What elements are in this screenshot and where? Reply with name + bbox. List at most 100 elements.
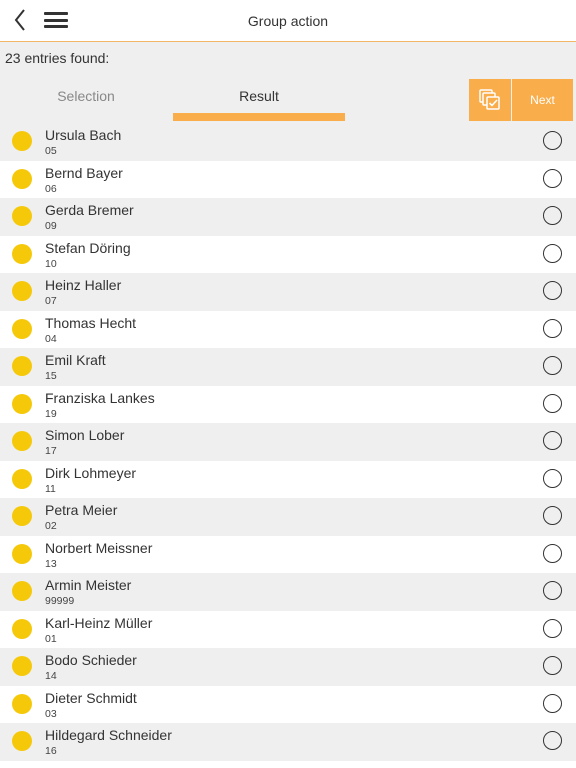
list-item-number: 09 bbox=[45, 220, 57, 232]
tab-result[interactable]: Result bbox=[173, 79, 345, 121]
list-item[interactable]: Stefan Döring 10 bbox=[0, 235, 576, 273]
list-item-number: 15 bbox=[45, 370, 57, 382]
status-dot-icon bbox=[12, 243, 32, 264]
list-item-name: Norbert Meissner bbox=[45, 539, 153, 556]
list-item-number: 19 bbox=[45, 407, 57, 420]
active-tab-indicator bbox=[173, 113, 345, 121]
radio-button-icon[interactable] bbox=[543, 356, 562, 375]
list-item[interactable]: Norbert Meissner 13 bbox=[0, 535, 576, 573]
result-list: Ursula Bach 05 Bernd Bayer 06 Gerda Bremer 09… bbox=[0, 123, 576, 768]
radio-button-icon[interactable] bbox=[543, 168, 562, 188]
list-item-name: Dieter Schmidt bbox=[45, 689, 137, 706]
list-item-name: Stefan Döring bbox=[45, 239, 131, 256]
radio-button-icon[interactable] bbox=[543, 431, 562, 450]
tab-result-label: Result bbox=[239, 88, 279, 104]
list-item[interactable]: Bernd Bayer 06 bbox=[0, 160, 576, 198]
radio-button-icon[interactable] bbox=[543, 318, 562, 338]
radio-button-icon[interactable] bbox=[543, 393, 562, 413]
status-dot-icon bbox=[12, 693, 32, 714]
status-dot-icon bbox=[12, 731, 32, 751]
list-item[interactable]: Franziska Lankes 19 bbox=[0, 385, 576, 423]
list-item-name: Hildegard Schneider bbox=[45, 727, 172, 743]
back-button[interactable] bbox=[10, 6, 30, 34]
list-item[interactable]: Hildegard Schneider 16 bbox=[0, 723, 576, 761]
radio-button-icon[interactable] bbox=[543, 581, 562, 600]
status-dot-icon bbox=[12, 318, 32, 339]
list-item-name: Petra Meier bbox=[45, 502, 118, 518]
radio-button-icon[interactable] bbox=[543, 731, 562, 750]
list-item-name: Thomas Hecht bbox=[45, 314, 137, 331]
status-dot-icon bbox=[12, 506, 32, 526]
page-title: Group action bbox=[247, 13, 329, 29]
list-item-number: 06 bbox=[45, 182, 57, 195]
entries-count: 23 entries found: bbox=[5, 50, 110, 66]
list-item-name: Gerda Bremer bbox=[45, 202, 134, 218]
list-item-number: 05 bbox=[45, 145, 57, 157]
list-item-name: Franziska Lankes bbox=[45, 389, 155, 406]
menu-button[interactable] bbox=[44, 10, 68, 30]
radio-button-icon[interactable] bbox=[543, 656, 562, 675]
status-dot-icon bbox=[12, 618, 32, 639]
radio-button-icon[interactable] bbox=[543, 693, 562, 713]
list-item-number: 17 bbox=[45, 445, 57, 457]
status-dot-icon bbox=[12, 168, 32, 189]
list-item[interactable]: Thomas Hecht 04 bbox=[0, 310, 576, 348]
list-item[interactable]: Karl-Heinz Müller 01 bbox=[0, 610, 576, 648]
radio-button-icon[interactable] bbox=[543, 543, 562, 563]
status-dot-icon bbox=[12, 431, 32, 451]
list-item-number: 04 bbox=[45, 332, 57, 345]
radio-button-icon[interactable] bbox=[543, 131, 562, 150]
list-item-name: Bodo Schieder bbox=[45, 652, 137, 668]
status-dot-icon bbox=[12, 356, 32, 376]
status-dot-icon bbox=[12, 393, 32, 414]
list-item-number: 16 bbox=[45, 745, 57, 757]
list-item[interactable]: Gerda Bremer 09 bbox=[0, 198, 576, 236]
list-item-name: Dirk Lohmeyer bbox=[45, 464, 137, 481]
status-dot-icon bbox=[12, 581, 32, 601]
list-item[interactable]: Simon Lober 17 bbox=[0, 423, 576, 461]
list-item-name: Heinz Haller bbox=[45, 277, 122, 293]
list-item-name: Armin Meister bbox=[45, 577, 132, 593]
list-item-number: 13 bbox=[45, 557, 57, 570]
tab-selection-label: Selection bbox=[57, 88, 115, 104]
radio-button-icon[interactable] bbox=[543, 506, 562, 525]
radio-button-icon[interactable] bbox=[543, 618, 562, 638]
list-item[interactable]: Emil Kraft 15 bbox=[0, 348, 576, 386]
status-dot-icon bbox=[12, 281, 32, 301]
list-item-number: 03 bbox=[45, 707, 57, 720]
list-item[interactable]: Bodo Schieder 14 bbox=[0, 648, 576, 686]
list-item-number: 07 bbox=[45, 295, 57, 307]
list-item-number: 11 bbox=[45, 482, 56, 495]
chevron-left-icon bbox=[14, 9, 25, 31]
radio-button-icon[interactable] bbox=[543, 281, 562, 300]
list-item[interactable]: Petra Meier 02 bbox=[0, 498, 576, 536]
list-item-name: Simon Lober bbox=[45, 427, 125, 443]
status-dot-icon bbox=[12, 131, 32, 151]
radio-button-icon[interactable] bbox=[543, 468, 562, 488]
status-dot-icon bbox=[12, 543, 32, 564]
list-item[interactable]: Ursula Bach 05 bbox=[0, 123, 576, 161]
list-item-name: Bernd Bayer bbox=[45, 164, 123, 181]
action-bar: 23 entries found: Selection Result Next bbox=[0, 42, 576, 124]
radio-button-icon[interactable] bbox=[543, 206, 562, 225]
list-item-name: Emil Kraft bbox=[45, 352, 106, 368]
list-item-number: 02 bbox=[45, 520, 57, 532]
list-item-number: 99999 bbox=[45, 595, 75, 607]
header-bar: Group action bbox=[0, 0, 576, 42]
list-item[interactable]: Dirk Lohmeyer 11 bbox=[0, 460, 576, 498]
status-dot-icon bbox=[12, 206, 32, 226]
tab-selection[interactable]: Selection bbox=[0, 79, 172, 121]
list-item-number: 10 bbox=[45, 257, 57, 270]
list-item-name: Karl-Heinz Müller bbox=[45, 614, 153, 631]
list-item[interactable]: Heinz Haller 07 bbox=[0, 273, 576, 311]
list-item[interactable]: Armin Meister 99999 bbox=[0, 573, 576, 611]
radio-button-icon[interactable] bbox=[543, 243, 562, 263]
list-item[interactable]: Dieter Schmidt 03 bbox=[0, 685, 576, 723]
multi-select-check-icon bbox=[479, 89, 500, 110]
list-item-number: 01 bbox=[45, 632, 57, 645]
next-button[interactable]: Next bbox=[512, 79, 573, 121]
list-item-number: 14 bbox=[45, 670, 57, 682]
select-all-button[interactable] bbox=[469, 79, 511, 121]
status-dot-icon bbox=[12, 468, 32, 489]
status-dot-icon bbox=[12, 656, 32, 676]
